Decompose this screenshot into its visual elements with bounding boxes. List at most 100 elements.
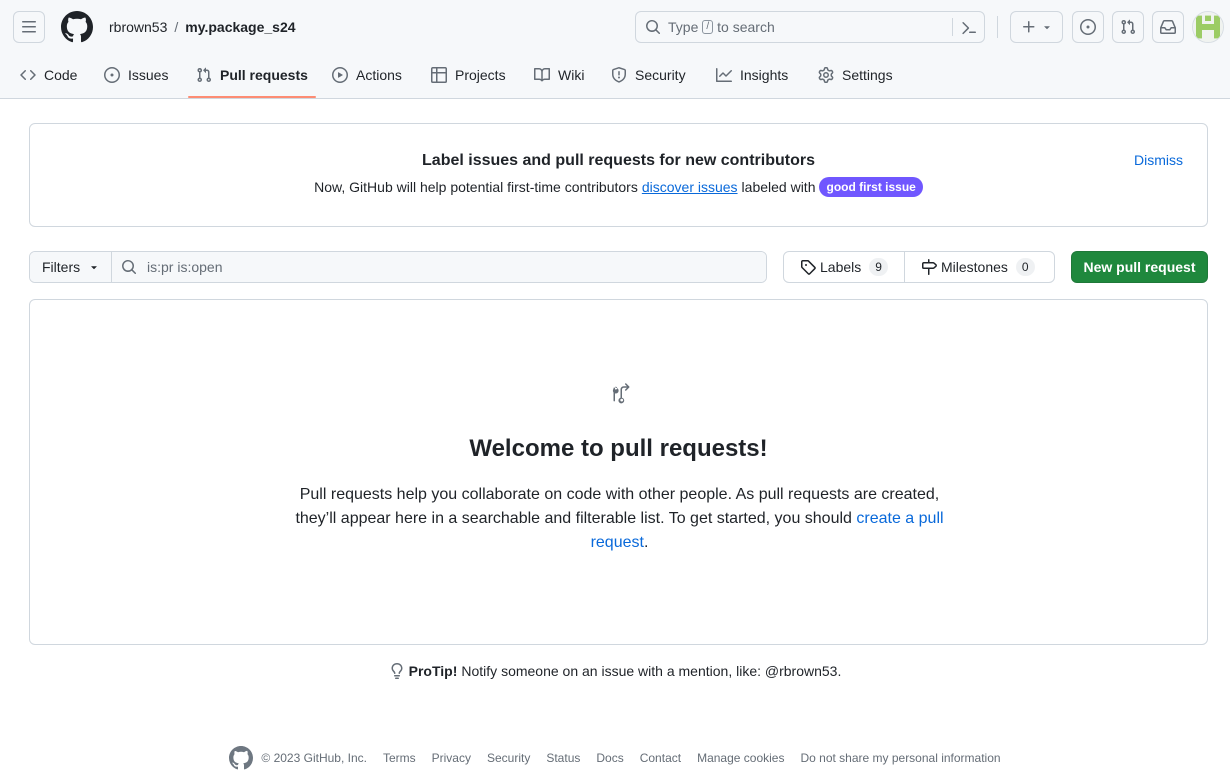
git-pull-request-icon bbox=[612, 383, 630, 404]
your-issues-button[interactable] bbox=[1072, 11, 1104, 43]
hamburger-icon bbox=[22, 21, 36, 33]
header-divider bbox=[997, 16, 998, 38]
global-search-input[interactable]: Type / to search bbox=[635, 11, 985, 43]
pull-requests-blankslate: Welcome to pull requests! Pull requests … bbox=[29, 299, 1208, 645]
labels-label: Labels bbox=[820, 259, 862, 275]
tab-issues-label: Issues bbox=[128, 67, 169, 83]
avatar[interactable] bbox=[1192, 11, 1224, 43]
footer-link-security[interactable]: Security bbox=[487, 751, 530, 765]
tab-pull-requests[interactable]: Pull requests bbox=[196, 56, 308, 94]
new-contributors-banner: Label issues and pull requests for new c… bbox=[29, 123, 1208, 227]
protip: ProTip! Notify someone on an issue with … bbox=[0, 663, 1230, 679]
gear-icon bbox=[818, 67, 834, 83]
search-shortcut-key: / bbox=[702, 20, 714, 34]
milestone-icon bbox=[922, 259, 937, 275]
filter-input[interactable] bbox=[147, 259, 747, 275]
good-first-issue-label: good first issue bbox=[819, 177, 923, 197]
protip-label: ProTip! bbox=[408, 663, 458, 679]
footer-link-do-not-share[interactable]: Do not share my personal information bbox=[800, 751, 1000, 765]
tab-wiki-label: Wiki bbox=[558, 67, 585, 83]
labels-button[interactable]: Labels 9 bbox=[784, 252, 905, 282]
repo-nav: Code Issues Pull requests Actions Projec… bbox=[0, 56, 1230, 98]
tab-code-label: Code bbox=[44, 67, 78, 83]
filters-button[interactable]: Filters bbox=[30, 252, 112, 282]
milestones-button[interactable]: Milestones 0 bbox=[905, 252, 1054, 282]
tag-icon bbox=[801, 260, 816, 275]
tab-insights[interactable]: Insights bbox=[716, 56, 788, 94]
labels-count: 9 bbox=[869, 258, 888, 276]
search-icon bbox=[122, 260, 137, 275]
new-pull-request-button[interactable]: New pull request bbox=[1071, 251, 1208, 283]
tab-security[interactable]: Security bbox=[611, 56, 686, 94]
play-icon bbox=[332, 67, 348, 83]
search-prefix: Type bbox=[668, 19, 699, 35]
tab-projects-label: Projects bbox=[455, 67, 506, 83]
breadcrumb-separator: / bbox=[174, 19, 179, 35]
git-pull-request-icon bbox=[1121, 19, 1136, 35]
inbox-button[interactable] bbox=[1152, 11, 1184, 43]
breadcrumb: rbrown53 / my.package_s24 bbox=[109, 17, 296, 37]
command-palette-icon[interactable] bbox=[961, 20, 977, 36]
menu-button[interactable] bbox=[13, 11, 45, 43]
footer: © 2023 GitHub, Inc. Terms Privacy Securi… bbox=[0, 746, 1230, 770]
tab-pull-requests-label: Pull requests bbox=[220, 67, 308, 83]
repo-link[interactable]: my.package_s24 bbox=[185, 19, 295, 35]
your-pull-requests-button[interactable] bbox=[1112, 11, 1144, 43]
filter-bar: Filters bbox=[29, 251, 767, 283]
banner-text: Now, GitHub will help potential first-ti… bbox=[30, 177, 1207, 197]
footer-link-privacy[interactable]: Privacy bbox=[432, 751, 471, 765]
git-pull-request-icon bbox=[197, 67, 212, 83]
active-tab-underline bbox=[188, 96, 316, 98]
create-new-button[interactable] bbox=[1010, 11, 1063, 43]
plus-icon bbox=[1022, 21, 1034, 33]
blankslate-text-before: Pull requests help you collaborate on co… bbox=[295, 486, 940, 527]
footer-copyright: © 2023 GitHub, Inc. bbox=[261, 751, 367, 765]
tab-wiki[interactable]: Wiki bbox=[534, 56, 584, 94]
graph-icon bbox=[716, 68, 732, 82]
footer-link-manage-cookies[interactable]: Manage cookies bbox=[697, 751, 784, 765]
tab-settings-label: Settings bbox=[842, 67, 893, 83]
search-suffix: to search bbox=[717, 19, 775, 35]
code-icon bbox=[20, 69, 36, 81]
issue-opened-icon bbox=[1080, 19, 1096, 35]
triangle-down-icon bbox=[1043, 26, 1050, 30]
banner-text-before: Now, GitHub will help potential first-ti… bbox=[314, 179, 638, 195]
footer-link-status[interactable]: Status bbox=[546, 751, 580, 765]
search-icon bbox=[646, 20, 661, 35]
inbox-icon bbox=[1160, 20, 1176, 34]
issue-opened-icon bbox=[104, 67, 120, 83]
github-logo-icon[interactable] bbox=[61, 11, 93, 43]
identicon-icon bbox=[1193, 12, 1223, 42]
footer-link-docs[interactable]: Docs bbox=[596, 751, 623, 765]
milestones-label: Milestones bbox=[941, 259, 1008, 275]
filter-search-field[interactable] bbox=[112, 252, 766, 282]
blankslate-title: Welcome to pull requests! bbox=[469, 435, 768, 462]
footer-link-contact[interactable]: Contact bbox=[640, 751, 681, 765]
filters-label: Filters bbox=[42, 259, 81, 275]
tab-insights-label: Insights bbox=[740, 67, 789, 83]
search-placeholder: Type / to search bbox=[668, 19, 775, 35]
discover-issues-link[interactable]: discover issues bbox=[642, 179, 738, 195]
light-bulb-icon bbox=[391, 663, 403, 679]
github-logo-icon[interactable] bbox=[229, 746, 254, 770]
tab-actions-label: Actions bbox=[356, 67, 402, 83]
tab-code[interactable]: Code bbox=[20, 56, 77, 94]
tab-settings[interactable]: Settings bbox=[818, 56, 893, 94]
tab-issues[interactable]: Issues bbox=[104, 56, 168, 94]
dismiss-button[interactable]: Dismiss bbox=[1134, 152, 1183, 168]
tab-actions[interactable]: Actions bbox=[332, 56, 402, 94]
global-header: rbrown53 / my.package_s24 Type / to sear… bbox=[0, 0, 1230, 99]
footer-link-terms[interactable]: Terms bbox=[383, 751, 416, 765]
labels-milestones-group: Labels 9 Milestones 0 bbox=[783, 251, 1055, 283]
milestones-count: 0 bbox=[1015, 258, 1035, 276]
table-icon bbox=[431, 67, 447, 83]
search-divider bbox=[952, 18, 953, 36]
owner-link[interactable]: rbrown53 bbox=[109, 19, 167, 35]
tab-security-label: Security bbox=[635, 67, 686, 83]
tab-projects[interactable]: Projects bbox=[431, 56, 506, 94]
triangle-down-icon bbox=[91, 266, 97, 270]
banner-title: Label issues and pull requests for new c… bbox=[422, 152, 815, 169]
blankslate-text-after: . bbox=[643, 534, 649, 551]
protip-text: Notify someone on an issue with a mentio… bbox=[461, 663, 842, 679]
book-icon bbox=[534, 67, 550, 82]
